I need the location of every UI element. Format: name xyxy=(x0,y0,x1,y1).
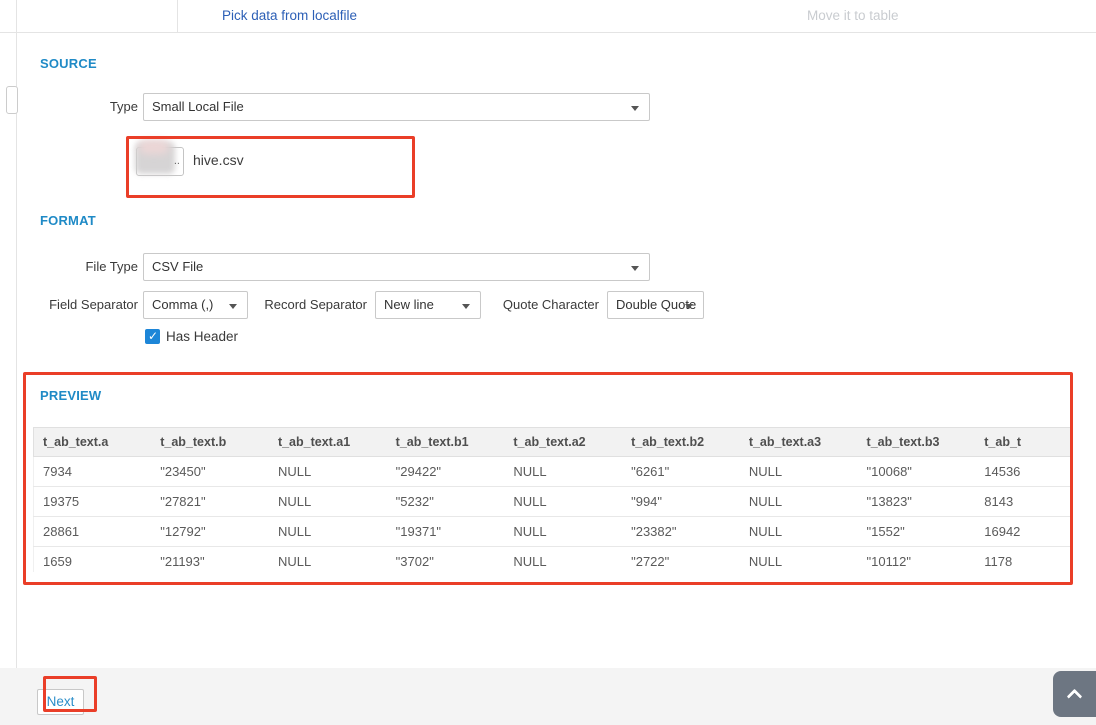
header-divider xyxy=(177,0,178,33)
preview-cell: NULL xyxy=(504,487,622,517)
file-picker-button[interactable]: .. xyxy=(136,147,184,176)
preview-cell: NULL xyxy=(740,487,858,517)
field-separator-label: Field Separator xyxy=(20,291,138,319)
table-row: 28861"12792"NULL"19371"NULL"23382"NULL"1… xyxy=(34,517,1073,547)
quote-character-label: Quote Character xyxy=(480,291,599,319)
has-header-checkbox[interactable]: ✓ xyxy=(145,329,160,344)
preview-cell: 1178 xyxy=(975,547,1072,573)
preview-cell: "21193" xyxy=(151,547,269,573)
preview-table: t_ab_text.at_ab_text.bt_ab_text.a1t_ab_t… xyxy=(33,427,1072,572)
step-header: Pick data from localfile Move it to tabl… xyxy=(0,0,1096,33)
preview-cell: "10068" xyxy=(858,457,976,487)
next-button[interactable]: Next xyxy=(37,689,84,715)
has-header-label: Has Header xyxy=(166,329,238,344)
chevron-down-icon xyxy=(229,304,237,309)
preview-cell: 7934 xyxy=(34,457,152,487)
preview-cell: "6261" xyxy=(622,457,740,487)
step-move-to-table: Move it to table xyxy=(807,8,899,23)
preview-cell: 1659 xyxy=(34,547,152,573)
preview-cell: "5232" xyxy=(387,487,505,517)
preview-cell: NULL xyxy=(269,487,387,517)
footer-bar xyxy=(0,668,1096,725)
preview-cell: 8143 xyxy=(975,487,1072,517)
preview-column-header: t_ab_text.b3 xyxy=(858,428,976,457)
field-separator-select[interactable]: Comma (,) xyxy=(143,291,248,319)
step-pick-data[interactable]: Pick data from localfile xyxy=(222,8,357,23)
file-type-select[interactable]: CSV File xyxy=(143,253,650,281)
preview-cell: 14536 xyxy=(975,457,1072,487)
preview-cell: NULL xyxy=(740,457,858,487)
file-picker-ellipsis: .. xyxy=(174,155,180,167)
chevron-down-icon xyxy=(462,304,470,309)
record-separator-value: New line xyxy=(384,297,434,312)
preview-cell: "19371" xyxy=(387,517,505,547)
type-select[interactable]: Small Local File xyxy=(143,93,650,121)
left-panel-toggle-handle[interactable] xyxy=(6,86,18,114)
format-section-title: FORMAT xyxy=(40,213,96,228)
preview-cell: "23450" xyxy=(151,457,269,487)
chevron-down-icon xyxy=(685,304,693,309)
field-separator-value: Comma (,) xyxy=(152,297,213,312)
source-section-title: SOURCE xyxy=(40,56,97,71)
preview-column-header: t_ab_text.a2 xyxy=(504,428,622,457)
preview-section-title: PREVIEW xyxy=(40,388,101,403)
preview-column-header: t_ab_text.b xyxy=(151,428,269,457)
preview-table-wrap: t_ab_text.at_ab_text.bt_ab_text.a1t_ab_t… xyxy=(33,427,1072,572)
preview-cell: "29422" xyxy=(387,457,505,487)
file-type-label: File Type xyxy=(20,253,138,281)
preview-cell: NULL xyxy=(504,547,622,573)
preview-column-header: t_ab_text.a1 xyxy=(269,428,387,457)
preview-cell: NULL xyxy=(740,547,858,573)
preview-cell: "13823" xyxy=(858,487,976,517)
preview-cell: NULL xyxy=(269,457,387,487)
preview-cell: 28861 xyxy=(34,517,152,547)
preview-cell: "12792" xyxy=(151,517,269,547)
preview-cell: "3702" xyxy=(387,547,505,573)
checkmark-icon: ✓ xyxy=(148,329,158,344)
preview-cell: "23382" xyxy=(622,517,740,547)
preview-column-header: t_ab_text.b1 xyxy=(387,428,505,457)
quote-character-select[interactable]: Double Quote xyxy=(607,291,704,319)
preview-cell: 19375 xyxy=(34,487,152,517)
selected-file-name: hive.csv xyxy=(193,152,244,168)
preview-column-header: t_ab_text.a3 xyxy=(740,428,858,457)
preview-cell: "2722" xyxy=(622,547,740,573)
table-row: 7934"23450"NULL"29422"NULL"6261"NULL"100… xyxy=(34,457,1073,487)
record-separator-label: Record Separator xyxy=(250,291,367,319)
preview-cell: "994" xyxy=(622,487,740,517)
chevron-up-icon xyxy=(1067,689,1083,705)
record-separator-select[interactable]: New line xyxy=(375,291,481,319)
preview-cell: NULL xyxy=(269,547,387,573)
importer-page: Pick data from localfile Move it to tabl… xyxy=(0,0,1096,725)
preview-cell: "10112" xyxy=(858,547,976,573)
type-label: Type xyxy=(20,93,138,121)
preview-cell: NULL xyxy=(504,517,622,547)
table-row: 1659"21193"NULL"3702"NULL"2722"NULL"1011… xyxy=(34,547,1073,573)
type-select-value: Small Local File xyxy=(152,99,244,114)
preview-cell: NULL xyxy=(504,457,622,487)
chevron-down-icon xyxy=(631,266,639,271)
scroll-to-top-button[interactable] xyxy=(1053,671,1096,717)
chevron-down-icon xyxy=(631,106,639,111)
table-header-row: t_ab_text.at_ab_text.bt_ab_text.a1t_ab_t… xyxy=(34,428,1073,457)
preview-cell: "27821" xyxy=(151,487,269,517)
preview-cell: "1552" xyxy=(858,517,976,547)
table-row: 19375"27821"NULL"5232"NULL"994"NULL"1382… xyxy=(34,487,1073,517)
preview-column-header: t_ab_t xyxy=(975,428,1072,457)
redaction-blur xyxy=(139,140,169,154)
file-type-select-value: CSV File xyxy=(152,259,203,274)
preview-column-header: t_ab_text.b2 xyxy=(622,428,740,457)
preview-cell: NULL xyxy=(269,517,387,547)
preview-cell: 16942 xyxy=(975,517,1072,547)
preview-cell: NULL xyxy=(740,517,858,547)
preview-column-header: t_ab_text.a xyxy=(34,428,152,457)
